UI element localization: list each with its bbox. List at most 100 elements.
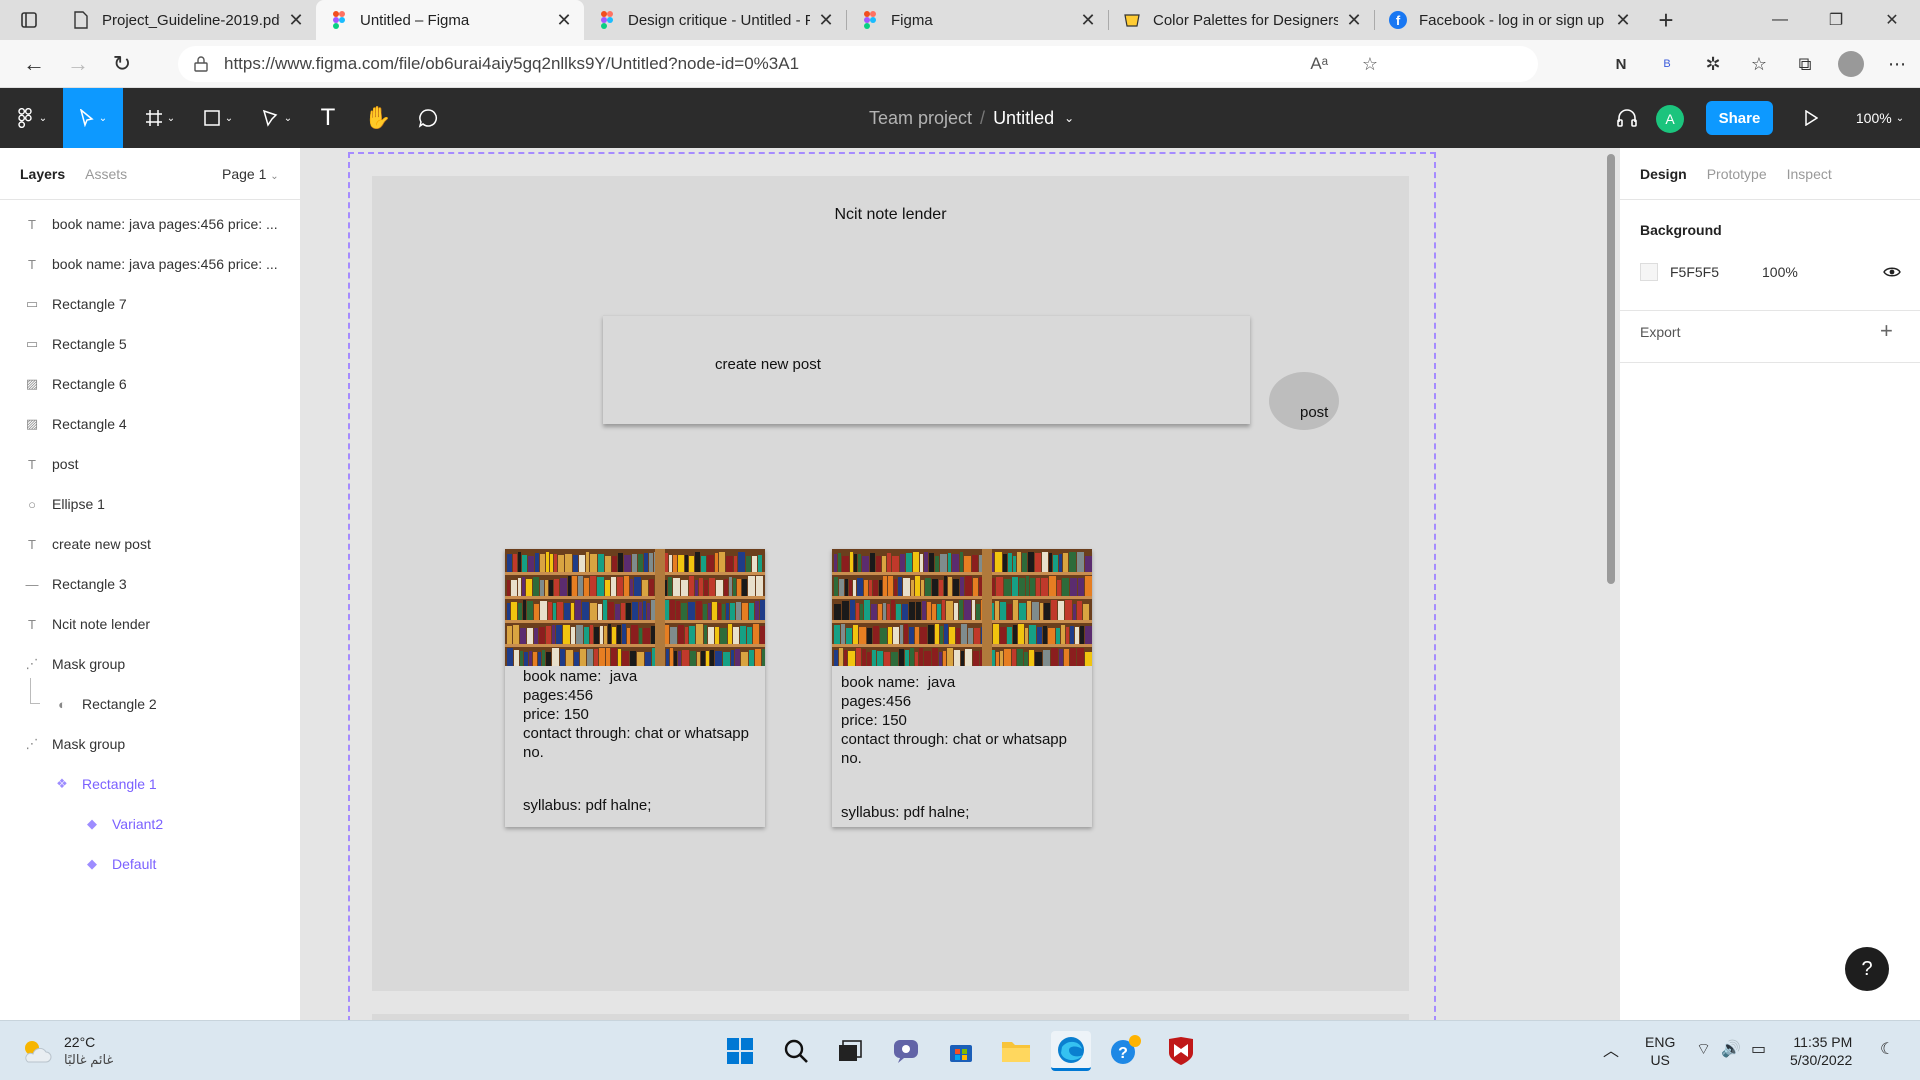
book-info-text[interactable]: book name: java pages:456 price: 150 con… — [841, 673, 1067, 768]
extensions-icon[interactable]: ✲ — [1690, 44, 1736, 84]
restore-button[interactable]: ❐ — [1808, 0, 1864, 40]
search-button[interactable] — [776, 1031, 816, 1071]
tab-design[interactable]: Design — [1640, 166, 1687, 182]
frame[interactable]: Ncit note lender create new post post bo… — [372, 176, 1409, 991]
close-tab-icon[interactable]: ✕ — [1613, 10, 1633, 31]
canvas[interactable]: Ncit note lender create new post post bo… — [301, 148, 1619, 1020]
post-text[interactable]: post — [1300, 404, 1328, 421]
user-avatar[interactable]: A — [1656, 105, 1684, 133]
close-tab-icon[interactable]: ✕ — [816, 10, 836, 31]
edge-button[interactable] — [1051, 1031, 1091, 1071]
browser-tab-design-critique[interactable]: Design critique - Untitled - F ✕ — [584, 0, 846, 40]
move-tool-button[interactable]: ⌄ — [63, 88, 123, 148]
canvas-scrollbar[interactable] — [1607, 154, 1615, 584]
layer-item[interactable]: ▭ Rectangle 7 — [0, 284, 300, 324]
tab-inspect[interactable]: Inspect — [1787, 166, 1832, 182]
hand-tool-button[interactable]: ✋ — [360, 88, 396, 148]
color-swatch[interactable] — [1640, 263, 1658, 281]
layer-item[interactable]: Tbook name: java pages:456 price: ... — [0, 244, 300, 284]
minimize-button[interactable]: — — [1752, 0, 1808, 40]
new-tab-button[interactable]: + — [1643, 0, 1689, 40]
team-name[interactable]: Team project — [869, 108, 972, 129]
b-extension-icon[interactable]: B — [1644, 44, 1690, 84]
help-app-button[interactable]: ? — [1106, 1031, 1146, 1071]
close-tab-icon[interactable]: ✕ — [1344, 10, 1364, 31]
clock[interactable]: 11:35 PM 5/30/2022 — [1790, 1033, 1852, 1069]
url-field[interactable]: https://www.figma.com/file/ob6urai4aiy5g… — [178, 46, 1538, 82]
visibility-toggle[interactable] — [1880, 260, 1904, 284]
text-tool-button[interactable]: T — [310, 88, 346, 148]
task-view-button[interactable] — [830, 1031, 870, 1071]
teams-chat-button[interactable] — [886, 1031, 926, 1071]
bg-hex-input[interactable]: F5F5F5 — [1670, 264, 1762, 280]
forward-button[interactable]: → — [56, 44, 100, 84]
language-indicator[interactable]: ENG US — [1645, 1033, 1675, 1069]
close-tab-icon[interactable]: ✕ — [554, 10, 574, 31]
add-export-button[interactable]: + — [1880, 318, 1893, 344]
layer-item[interactable]: ⋰ Mask group — [0, 644, 300, 684]
system-tray[interactable]: ⌔ 🔊 ▭ — [1696, 1039, 1766, 1059]
bg-opacity-input[interactable]: 100% — [1762, 264, 1798, 280]
layer-item[interactable]: Tcreate new post — [0, 524, 300, 564]
share-button[interactable]: Share — [1706, 101, 1773, 135]
layer-item[interactable]: ▨ Rectangle 6 — [0, 364, 300, 404]
close-tab-icon[interactable]: ✕ — [286, 10, 306, 31]
favorites-icon[interactable]: ☆ — [1736, 44, 1782, 84]
syllabus-text[interactable]: syllabus: pdf halne; — [841, 803, 969, 822]
more-menu-icon[interactable]: ⋯ — [1874, 44, 1920, 84]
browser-tab-color-palettes[interactable]: Color Palettes for Designers ✕ — [1109, 0, 1374, 40]
tab-assets[interactable]: Assets — [85, 166, 127, 182]
chevron-down-icon[interactable]: ⌄ — [1064, 111, 1074, 125]
tab-layers[interactable]: Layers — [20, 166, 65, 182]
file-explorer-button[interactable] — [996, 1031, 1036, 1071]
create-post-text[interactable]: create new post — [715, 356, 821, 373]
browser-tab-figma-untitled[interactable]: Untitled – Figma ✕ — [316, 0, 584, 40]
zoom-menu[interactable]: 100% ⌄ — [1850, 88, 1910, 148]
layer-item[interactable]: ◆ Variant2 — [0, 804, 300, 844]
weather-widget[interactable]: 22°C غائم غالبًا — [20, 1033, 113, 1069]
layer-item[interactable]: ◆ Default — [0, 844, 300, 884]
help-button[interactable]: ? — [1845, 947, 1889, 991]
collections-icon[interactable]: ⧉ — [1782, 44, 1828, 84]
frame-tool-button[interactable]: ⌄ — [135, 88, 185, 148]
book-info-text[interactable]: book name: java pages:456 price: 150 con… — [523, 667, 749, 762]
shape-tool-button[interactable]: ⌄ — [193, 88, 243, 148]
main-menu-button[interactable]: ⌄ — [6, 88, 56, 148]
tab-actions-button[interactable] — [0, 0, 58, 40]
mcafee-button[interactable] — [1161, 1031, 1201, 1071]
pen-tool-button[interactable]: ⌄ — [252, 88, 302, 148]
file-name[interactable]: Untitled — [993, 108, 1054, 129]
profile-avatar[interactable] — [1828, 44, 1874, 84]
post-ellipse[interactable] — [1269, 372, 1339, 430]
layer-item[interactable]: — Rectangle 3 — [0, 564, 300, 604]
start-button[interactable] — [720, 1031, 760, 1071]
layer-item[interactable]: T Ncit note lender — [0, 604, 300, 644]
layer-item[interactable]: ▨ Rectangle 4 — [0, 404, 300, 444]
present-button[interactable] — [1796, 88, 1826, 148]
comment-tool-button[interactable] — [410, 88, 446, 148]
tab-prototype[interactable]: Prototype — [1707, 166, 1767, 182]
audio-button[interactable] — [1612, 88, 1642, 148]
favorites-add-icon[interactable]: ☆ — [1362, 54, 1378, 75]
page-selector[interactable]: Page 1 ⌄ — [222, 166, 279, 182]
layer-item[interactable]: ❖ Rectangle 1 — [0, 764, 300, 804]
refresh-button[interactable]: ↻ — [100, 44, 144, 84]
read-aloud-icon[interactable]: A͏ᵃ — [1310, 54, 1328, 74]
book-card[interactable]: book name: java pages:456 price: 150 con… — [505, 549, 765, 827]
show-hidden-icons-button[interactable]: ︿ — [1603, 1037, 1619, 1061]
browser-tab-figma[interactable]: Figma ✕ — [847, 0, 1108, 40]
background-fill-row[interactable]: F5F5F5 100% — [1640, 260, 1880, 284]
layer-item[interactable]: Tbook name: java pages:456 price: ... — [0, 204, 300, 244]
close-window-button[interactable]: ✕ — [1864, 0, 1920, 40]
back-button[interactable]: ← — [12, 44, 56, 84]
browser-tab-facebook[interactable]: f Facebook - log in or sign up ✕ — [1375, 0, 1643, 40]
layer-item[interactable]: ▭ Rectangle 5 — [0, 324, 300, 364]
book-card[interactable]: book name: java pages:456 price: 150 con… — [832, 549, 1092, 827]
notification-button[interactable]: ☾ — [1880, 1039, 1894, 1059]
layer-item[interactable]: ◐ Rectangle 2 — [0, 678, 300, 724]
browser-tab-pdf[interactable]: Project_Guideline-2019.pdf ✕ — [58, 0, 316, 40]
notion-extension-icon[interactable]: N — [1598, 44, 1644, 84]
close-tab-icon[interactable]: ✕ — [1078, 10, 1098, 31]
syllabus-text[interactable]: syllabus: pdf halne; — [523, 796, 651, 815]
store-button[interactable] — [941, 1031, 981, 1071]
